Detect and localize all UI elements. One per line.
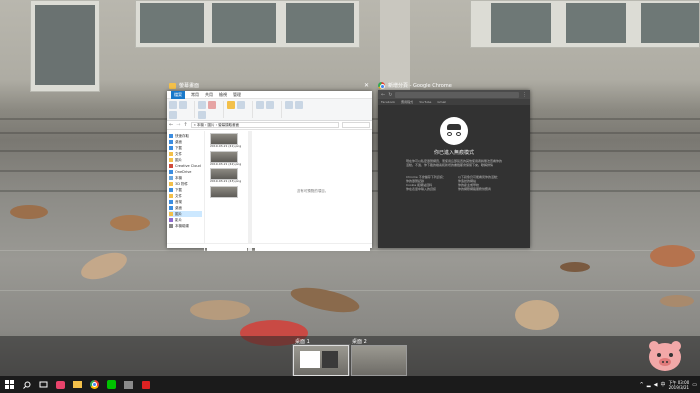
copy-icon[interactable]	[179, 101, 187, 109]
rename-icon[interactable]	[198, 111, 206, 119]
up-icon[interactable]: ↑	[183, 122, 187, 128]
preview-text: 沒有可預覽的項目。	[296, 188, 329, 193]
video-icon	[169, 218, 173, 222]
move-icon[interactable]	[198, 101, 206, 109]
forward-icon[interactable]: →	[176, 122, 180, 128]
pin-icon[interactable]	[169, 101, 177, 109]
file-list: 2019-03-21 (41).png 2019-03-21 (42).png …	[207, 131, 247, 251]
back-icon[interactable]: ←	[381, 92, 385, 98]
input-language[interactable]: 中	[660, 381, 665, 388]
nav-item[interactable]: 本機磁碟	[169, 223, 202, 229]
drive-icon	[169, 224, 173, 228]
document-icon	[169, 152, 173, 156]
tab-share[interactable]: 共用	[205, 92, 213, 98]
bookmark-item[interactable]: YouTube	[419, 100, 431, 104]
incognito-title: 你已進入無痕模式	[433, 150, 474, 156]
file-explorer-window[interactable]: 檔案 常用 共用 檢視 管理 ← → ↑ « 本機 › 圖片 › 螢幕擷取畫面 …	[167, 90, 372, 251]
bookmark-item[interactable]: Facebook	[381, 100, 395, 104]
virtual-desktops-bar	[0, 336, 700, 376]
watermark-logo	[649, 341, 681, 371]
back-icon[interactable]: ←	[169, 122, 173, 128]
open-icon[interactable]	[266, 101, 274, 109]
chrome-icon	[378, 82, 385, 89]
network-icon[interactable]: ▂	[647, 382, 651, 388]
ribbon	[167, 99, 372, 121]
scrollbar[interactable]	[248, 131, 252, 251]
picture-icon	[169, 212, 173, 216]
desktop-1-thumbnail[interactable]	[292, 344, 350, 377]
chrome-toolbar: ← ↻ ⋮	[378, 90, 530, 99]
download-icon	[169, 146, 173, 150]
close-icon[interactable]: ✕	[364, 82, 369, 89]
status-bar	[167, 243, 372, 248]
download-icon	[169, 188, 173, 192]
pc-icon	[169, 176, 173, 180]
reload-icon[interactable]: ↻	[388, 92, 392, 98]
line-icon[interactable]	[105, 378, 118, 391]
search-icon[interactable]	[20, 378, 33, 391]
bookmark-item[interactable]: Gmail	[437, 100, 446, 104]
chrome-window[interactable]: ← ↻ ⋮ Facebook 應用程式 YouTube Gmail 你已進入無痕…	[378, 90, 530, 248]
desktop-2-thumbnail[interactable]	[351, 345, 407, 376]
delete-icon[interactable]	[208, 101, 216, 109]
start-button[interactable]	[3, 378, 16, 391]
wont-save-list: Chrome 不會儲存下列資訊： 你的瀏覽記錄 Cookie 和網站資料 你在表…	[406, 175, 446, 191]
picture-icon	[169, 158, 173, 162]
file-name: 2019-03-21 (41).png	[210, 144, 242, 148]
invert-selection-icon[interactable]	[295, 101, 303, 109]
omnibox[interactable]	[395, 91, 519, 98]
tab-manage[interactable]: 管理	[233, 92, 241, 98]
folder-icon	[169, 82, 176, 89]
task-view-icon[interactable]	[37, 378, 50, 391]
new-item-icon[interactable]	[237, 101, 245, 109]
tab-view[interactable]: 檢視	[219, 92, 227, 98]
may-see-list: 以下對象仍可能看見你的活動： 你造訪的網站 你的雇主或學校 你的網際網路服務供應…	[458, 175, 501, 191]
cloud-icon	[169, 164, 173, 168]
tab-file[interactable]: 檔案	[171, 90, 185, 99]
document-icon	[169, 194, 173, 198]
incognito-page: 你已進入無痕模式 現在你可以私密瀏覽網頁，而使用這部裝置的其他使用者將無法查看你…	[378, 105, 530, 248]
new-folder-icon[interactable]	[227, 101, 235, 109]
app-icon[interactable]	[54, 378, 67, 391]
properties-icon[interactable]	[256, 101, 264, 109]
incognito-description: 現在你可以私密瀏覽網頁，而使用這部裝置的其他使用者將無法查看你的活動。不過，你下…	[406, 159, 503, 167]
system-tray: ^ ▂ ◀ 中 下午 03:00 2019/3/21 ▭	[640, 376, 700, 393]
store-icon[interactable]	[122, 378, 135, 391]
taskbar: ^ ▂ ◀ 中 下午 03:00 2019/3/21 ▭	[0, 376, 700, 393]
explorer-titlebar[interactable]: 螢幕畫面 ✕	[167, 80, 372, 91]
app-icon[interactable]	[139, 378, 152, 391]
image-thumbnail[interactable]	[210, 150, 238, 163]
tab-home[interactable]: 常用	[191, 92, 199, 98]
volume-icon[interactable]: ◀	[654, 382, 658, 388]
onedrive-icon	[169, 170, 173, 174]
chrome-icon[interactable]	[88, 378, 101, 391]
ribbon-tabs: 檔案 常用 共用 檢視 管理	[167, 90, 372, 99]
chevron-up-icon[interactable]: ^	[640, 382, 644, 388]
search-input[interactable]	[342, 122, 370, 128]
desktop-label: 桌面 2	[352, 339, 367, 345]
explorer-title: 螢幕畫面	[179, 83, 200, 89]
preview-pane: 沒有可預覽的項目。	[255, 131, 370, 251]
file-name: 2019-03-21 (43).png	[210, 179, 242, 183]
navigation-pane: 快速存取 桌面 下載 文件 圖片 Creative Cloud OneDrive…	[167, 131, 205, 251]
desktop-icon	[169, 206, 173, 210]
star-icon	[169, 134, 173, 138]
music-icon	[169, 200, 173, 204]
file-explorer-icon[interactable]	[71, 378, 84, 391]
desktop-label: 桌面 1	[295, 339, 310, 345]
image-thumbnail[interactable]	[210, 185, 238, 198]
desktop-icon	[169, 140, 173, 144]
paste-icon[interactable]	[169, 111, 177, 119]
address-input[interactable]: « 本機 › 圖片 › 螢幕擷取畫面	[190, 122, 339, 128]
menu-icon[interactable]: ⋮	[522, 92, 527, 98]
incognito-icon	[440, 117, 468, 145]
select-all-icon[interactable]	[285, 101, 293, 109]
notification-icon[interactable]: ▭	[692, 382, 697, 388]
address-bar: ← → ↑ « 本機 › 圖片 › 螢幕擷取畫面	[167, 121, 372, 130]
clock[interactable]: 下午 03:00 2019/3/21	[668, 380, 689, 390]
folder-icon	[169, 182, 173, 186]
file-name: 2019-03-21 (42).png	[210, 161, 242, 166]
chrome-title: 新增分頁 - Google Chrome	[388, 83, 452, 89]
bookmark-item[interactable]: 應用程式	[401, 100, 413, 104]
